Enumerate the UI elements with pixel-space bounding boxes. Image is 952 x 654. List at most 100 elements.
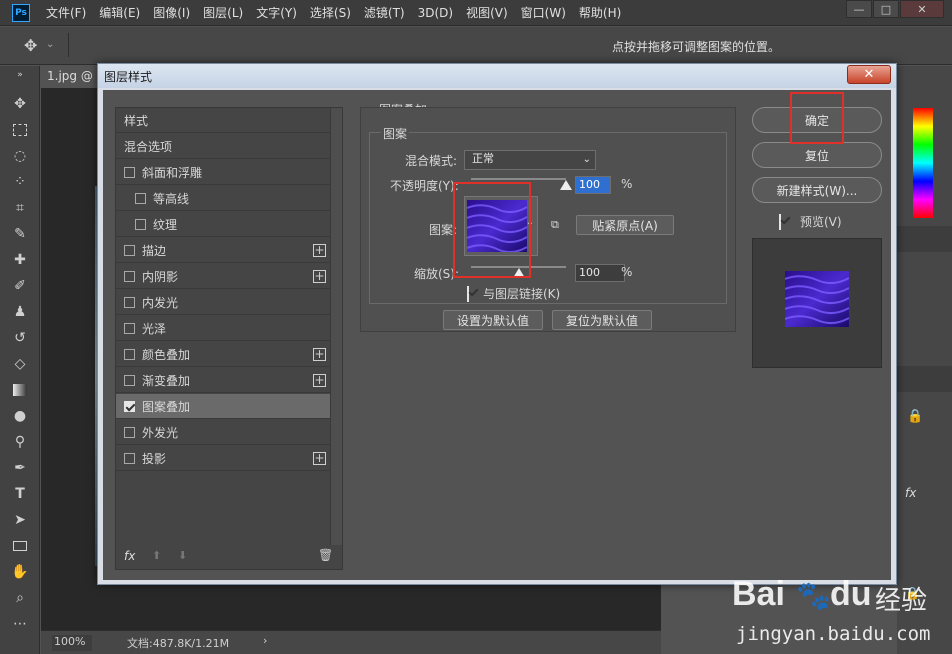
dialog-close-button[interactable]: ✕ [847, 65, 891, 84]
move-icon[interactable]: ✥ [10, 94, 30, 114]
minimize-button[interactable]: — [846, 0, 872, 18]
style-item-color-overlay[interactable]: 颜色叠加 + [116, 342, 330, 367]
menu-edit[interactable]: 编辑(E) [99, 4, 140, 21]
style-item-bevel-emboss[interactable]: 斜面和浮雕 [116, 160, 330, 185]
fx-icon[interactable]: fx [905, 486, 925, 506]
style-item-contour[interactable]: 等高线 [116, 186, 330, 211]
set-default-button[interactable]: 设置为默认值 [443, 310, 543, 330]
style-item-satin[interactable]: 光泽 [116, 316, 330, 341]
brush-icon[interactable]: ✐ [10, 276, 30, 296]
hand-icon[interactable]: ✋ [10, 562, 30, 582]
menu-help[interactable]: 帮助(H) [579, 4, 621, 21]
dodge-icon[interactable]: ⚲ [10, 432, 30, 452]
menu-3d[interactable]: 3D(D) [418, 6, 453, 20]
close-window-button[interactable]: ✕ [900, 0, 944, 18]
menu-file[interactable]: 文件(F) [46, 4, 86, 21]
style-item-inner-shadow[interactable]: 内阴影 + [116, 264, 330, 289]
lock-icon[interactable]: 🔒 [907, 409, 923, 424]
preview-checkbox[interactable] [779, 214, 781, 230]
marquee-icon[interactable] [10, 120, 30, 140]
healing-brush-icon[interactable]: ✚ [10, 250, 30, 270]
blur-icon[interactable]: ● [10, 406, 30, 426]
checkbox[interactable] [124, 322, 135, 334]
snap-origin-button[interactable]: 贴紧原点(A) [576, 215, 674, 235]
style-item-gradient-overlay[interactable]: 渐变叠加 + [116, 368, 330, 393]
checkbox[interactable] [124, 296, 135, 308]
history-brush-icon[interactable]: ↺ [10, 328, 30, 348]
list-scrollbar[interactable] [330, 108, 342, 545]
blend-mode-select[interactable]: 正常 ⌄ [464, 150, 596, 170]
reset-default-button[interactable]: 复位为默认值 [552, 310, 652, 330]
new-style-button[interactable]: 新建样式(W)... [752, 177, 882, 203]
collapse-icon[interactable]: » [10, 70, 30, 80]
style-item-blending-options[interactable]: 混合选项 [116, 134, 330, 159]
reset-button[interactable]: 复位 [752, 142, 882, 168]
checkbox[interactable] [124, 270, 135, 282]
opacity-input[interactable]: 100 [575, 176, 611, 194]
menu-layer[interactable]: 图层(L) [203, 4, 243, 21]
style-item-stroke[interactable]: 描边 + [116, 238, 330, 263]
eraser-icon[interactable]: ◇ [10, 354, 30, 374]
style-item-inner-glow[interactable]: 内发光 [116, 290, 330, 315]
dialog-body: 样式 混合选项 斜面和浮雕 等高线 纹理 描边 + 内阴影 + 内发光 光泽 颜色叠… [103, 90, 891, 580]
checkbox[interactable] [124, 426, 135, 438]
trash-icon[interactable]: 🗑 [318, 548, 333, 562]
checkbox[interactable] [124, 374, 135, 386]
menu-image[interactable]: 图像(I) [153, 4, 190, 21]
fx-icon[interactable]: fx [124, 549, 135, 563]
eyedropper-icon[interactable]: ✎ [10, 224, 30, 244]
gradient-icon[interactable] [10, 380, 30, 400]
more-tools-icon[interactable]: ⋯ [10, 614, 30, 634]
create-preset-icon[interactable]: ⧉ [551, 218, 559, 232]
chevron-down-icon[interactable]: ⌄ [46, 39, 54, 50]
scale-input[interactable]: 100 [575, 264, 625, 282]
document-tab[interactable]: 1.jpg @ [41, 66, 101, 88]
hint-text: 点按并拖移可调整图案的位置。 [612, 40, 781, 54]
checkbox-checked[interactable] [124, 400, 135, 412]
style-item-styles[interactable]: 样式 [116, 108, 330, 133]
checkbox[interactable] [124, 166, 135, 178]
add-icon[interactable]: + [313, 348, 326, 361]
menu-type[interactable]: 文字(Y) [256, 4, 297, 21]
add-icon[interactable]: + [313, 270, 326, 283]
style-item-outer-glow[interactable]: 外发光 [116, 420, 330, 445]
checkbox[interactable] [135, 192, 146, 204]
pen-icon[interactable]: ✒ [10, 458, 30, 478]
checkbox[interactable] [124, 244, 135, 256]
watermark-suffix: 经验 [875, 586, 928, 616]
link-checkbox[interactable] [467, 286, 469, 302]
zoom-icon[interactable]: ⌕ [10, 588, 30, 608]
add-icon[interactable]: + [313, 452, 326, 465]
crop-icon[interactable]: ⌗ [10, 198, 30, 218]
move-tool-icon[interactable]: ✥ [24, 36, 37, 55]
zoom-level[interactable]: 100% [52, 635, 92, 651]
type-icon[interactable]: T [10, 484, 30, 504]
color-spectrum[interactable] [913, 108, 933, 218]
checkbox[interactable] [124, 452, 135, 464]
add-icon[interactable]: + [313, 244, 326, 257]
highlight-pattern [453, 182, 531, 278]
lasso-icon[interactable]: ◌ [10, 146, 30, 166]
style-item-pattern-overlay[interactable]: 图案叠加 [116, 394, 330, 419]
menu-filter[interactable]: 滤镜(T) [364, 4, 405, 21]
style-item-texture[interactable]: 纹理 [116, 212, 330, 237]
style-item-drop-shadow[interactable]: 投影 + [116, 446, 330, 471]
watermark-url: jingyan.baidu.com [736, 623, 931, 645]
checkbox[interactable] [135, 218, 146, 230]
menu-window[interactable]: 窗口(W) [521, 4, 566, 21]
move-down-icon[interactable]: ⬇ [178, 549, 187, 562]
rectangle-icon[interactable] [10, 536, 30, 556]
checkbox[interactable] [124, 348, 135, 360]
path-select-icon[interactable]: ➤ [10, 510, 30, 530]
quick-select-icon[interactable]: ⁘ [10, 172, 30, 192]
opacity-slider-thumb[interactable] [560, 180, 572, 190]
opacity-slider-track[interactable] [471, 178, 566, 180]
chevron-right-icon[interactable]: › [263, 634, 267, 647]
maximize-button[interactable]: □ [873, 0, 899, 18]
menu-view[interactable]: 视图(V) [466, 4, 508, 21]
add-icon[interactable]: + [313, 374, 326, 387]
menu-select[interactable]: 选择(S) [310, 4, 351, 21]
move-up-icon[interactable]: ⬆ [152, 549, 161, 562]
dialog-titlebar[interactable] [98, 64, 896, 88]
clone-stamp-icon[interactable]: ♟ [10, 302, 30, 322]
